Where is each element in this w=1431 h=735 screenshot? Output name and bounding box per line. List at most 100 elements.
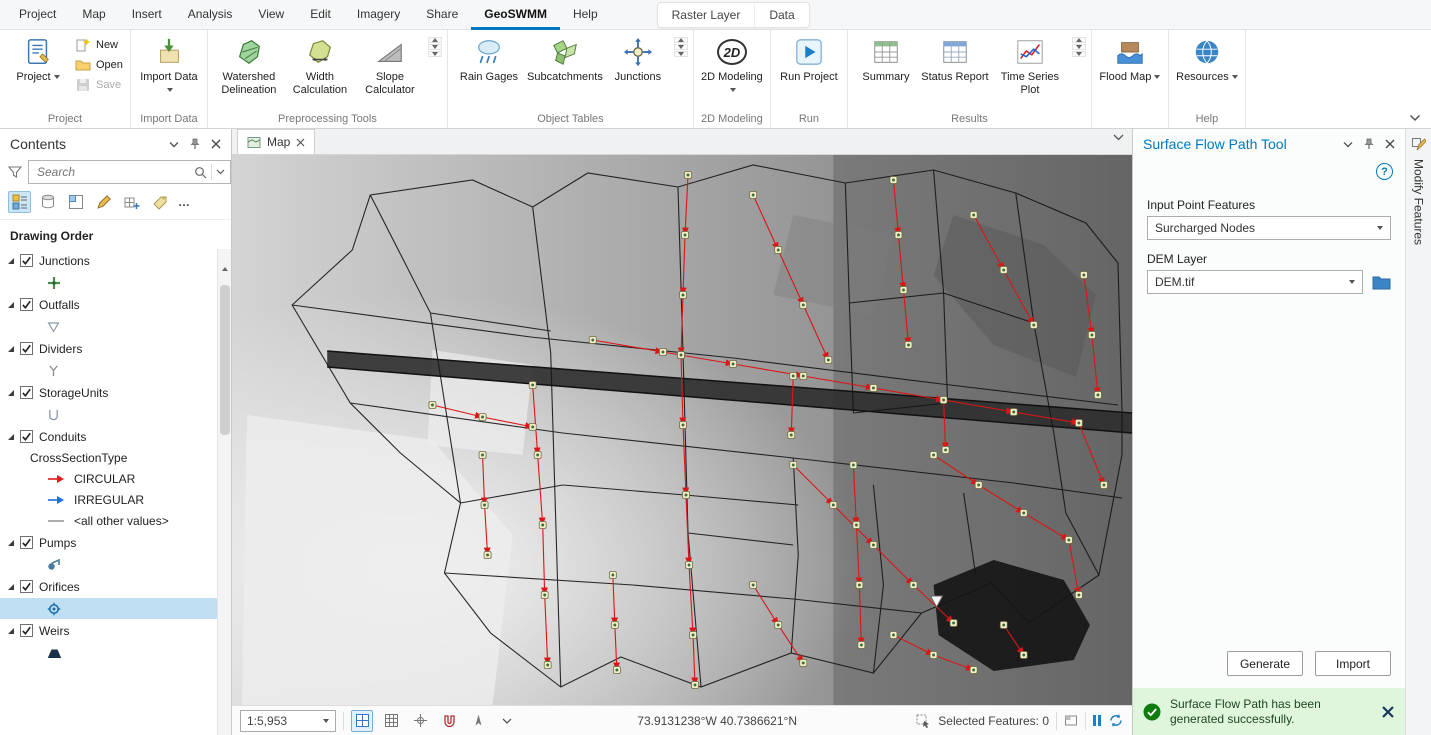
expander-icon[interactable] [8,302,14,308]
refresh-icon[interactable] [1108,713,1124,728]
menu-tab-insert[interactable]: Insert [119,0,175,30]
dem-layer-dropdown[interactable]: DEM.tif [1147,270,1363,294]
menu-tab-analysis[interactable]: Analysis [175,0,246,30]
menu-tab-imagery[interactable]: Imagery [344,0,413,30]
resources-button[interactable]: Resources [1174,33,1240,85]
import-button[interactable]: Import [1315,651,1391,676]
layer-checkbox[interactable] [20,254,33,267]
project-button[interactable]: Project [5,33,71,85]
expander-icon[interactable] [8,434,14,440]
pin-icon[interactable] [186,136,204,152]
modify-features-tab[interactable]: Modify Features [1412,159,1426,245]
layer-row-orifices[interactable]: Orifices [0,575,217,598]
legend-row-other-values[interactable]: <all other values> [0,510,217,531]
menu-tab-map[interactable]: Map [69,0,118,30]
layer-checkbox[interactable] [20,624,33,637]
map-canvas[interactable] [232,155,1132,705]
close-icon[interactable] [207,136,225,152]
toc-selection-icon[interactable] [64,191,87,213]
run-project-button[interactable]: Run Project [776,33,842,85]
layer-row-junctions[interactable]: Junctions [0,249,217,272]
weir-symbol-row[interactable] [0,642,217,663]
browse-folder-icon[interactable] [1372,274,1391,290]
group-more-button[interactable] [428,51,442,57]
group-more-button[interactable] [1072,51,1086,57]
subcatchments-button[interactable]: Subcatchments [525,33,605,85]
toc-drawing-order-icon[interactable] [8,191,31,213]
search-icon[interactable] [194,166,207,179]
summary-button[interactable]: Summary [853,33,919,85]
snapping-grid-icon[interactable] [351,710,373,732]
toc-data-source-icon[interactable] [36,191,59,213]
menu-tab-share[interactable]: Share [413,0,471,30]
orifice-symbol-row-selected[interactable] [0,598,217,619]
help-icon[interactable]: ? [1376,163,1393,180]
search-input[interactable] [37,165,194,179]
menu-tab-geoswmm[interactable]: GeoSWMM [471,0,560,30]
table-grid-icon[interactable] [380,710,402,732]
map-scale-select[interactable]: 1:5,953 [240,710,336,732]
width-calculation-button[interactable]: Width Calculation [285,33,355,98]
pump-symbol-row[interactable] [0,554,217,575]
close-icon[interactable] [1381,136,1399,152]
scroll-up-icon[interactable] [222,253,228,267]
group-scroll-down-button[interactable] [1072,44,1086,50]
flood-map-button[interactable]: Flood Map [1097,33,1163,85]
input-point-features-dropdown[interactable]: Surcharged Nodes [1147,216,1391,240]
chevron-down-icon[interactable] [1339,136,1357,152]
layer-checkbox[interactable] [20,386,33,399]
junctions-button[interactable]: Junctions [605,33,671,85]
layer-checkbox[interactable] [20,298,33,311]
legend-row-irregular[interactable]: IRREGULAR [0,489,217,510]
expander-icon[interactable] [8,390,14,396]
layer-row-weirs[interactable]: Weirs [0,619,217,642]
junction-symbol-row[interactable] [0,272,217,293]
pin-icon[interactable] [1360,136,1378,152]
scrollbar-thumb[interactable] [220,285,230,435]
group-scroll-up-button[interactable] [674,37,688,43]
expander-icon[interactable] [8,540,14,546]
layer-row-outfalls[interactable]: Outfalls [0,293,217,316]
chevron-down-icon[interactable] [165,136,183,152]
group-more-button[interactable] [674,51,688,57]
toc-more-button[interactable]: … [176,195,193,209]
toc-snapping-grid-icon[interactable] [120,191,143,213]
map-tab[interactable]: Map [237,129,315,154]
layer-checkbox[interactable] [20,430,33,443]
save-button[interactable]: Save [75,77,123,93]
legend-row-circular[interactable]: CIRCULAR [0,468,217,489]
outfall-symbol-row[interactable] [0,316,217,337]
group-scroll-up-button[interactable] [428,37,442,43]
menu-tab-view[interactable]: View [245,0,297,30]
watershed-delineation-button[interactable]: Watershed Delineation [213,33,285,98]
map-tab-close-icon[interactable] [296,138,305,147]
toc-labeling-icon[interactable] [148,191,171,213]
contents-scrollbar[interactable] [217,249,231,735]
group-scroll-down-button[interactable] [674,44,688,50]
menu-tab-help[interactable]: Help [560,0,611,30]
status-report-button[interactable]: Status Report [919,33,991,85]
expander-icon[interactable] [8,628,14,634]
expander-icon[interactable] [8,258,14,264]
pause-drawing-icon[interactable] [1093,715,1101,726]
toc-editing-pencil-icon[interactable] [92,191,115,213]
magnet-icon[interactable] [438,710,460,732]
contextual-tab-data[interactable]: Data [754,3,808,27]
layer-row-dividers[interactable]: Dividers [0,337,217,360]
generate-button[interactable]: Generate [1227,651,1303,676]
open-button[interactable]: Open [75,57,123,73]
slope-calculator-button[interactable]: Slope Calculator [355,33,425,98]
notification-close-icon[interactable] [1381,705,1395,719]
extent-box-icon[interactable] [1064,714,1078,727]
menu-tab-project[interactable]: Project [6,0,69,30]
layer-row-pumps[interactable]: Pumps [0,531,217,554]
layer-row-conduits[interactable]: Conduits [0,425,217,448]
filter-funnel-icon[interactable] [8,165,22,179]
rain-gages-button[interactable]: Rain Gages [453,33,525,85]
layer-checkbox[interactable] [20,536,33,549]
expander-icon[interactable] [8,346,14,352]
layer-row-storageunits[interactable]: StorageUnits [0,381,217,404]
contextual-tab-raster-layer[interactable]: Raster Layer [658,3,755,27]
layer-checkbox[interactable] [20,580,33,593]
new-button[interactable]: New [75,37,123,53]
